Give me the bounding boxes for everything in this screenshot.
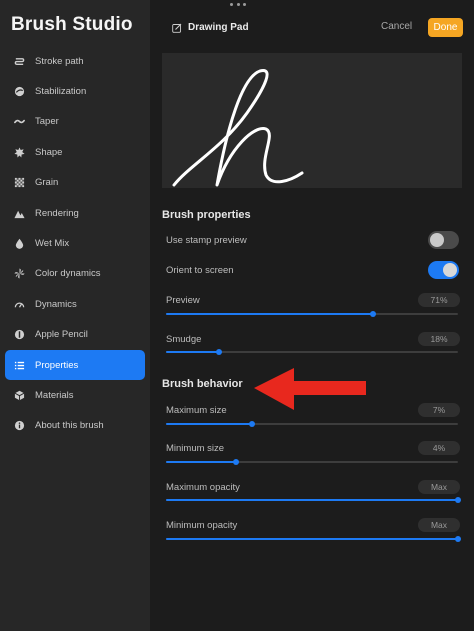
taper-icon xyxy=(13,116,25,128)
use-stamp-preview-label: Use stamp preview xyxy=(166,235,247,246)
shape-icon xyxy=(13,146,25,158)
maximum-size-label: Maximum size xyxy=(166,405,227,416)
orient-to-screen-label: Orient to screen xyxy=(166,265,234,276)
sidebar-item-label: Properties xyxy=(35,359,79,371)
pencil-icon xyxy=(13,329,25,341)
sidebar-item-materials[interactable]: Materials xyxy=(5,380,145,410)
maximum-size-value: 7% xyxy=(418,403,460,417)
minimum-size-value: 4% xyxy=(418,441,460,455)
minimum-opacity-label: Minimum opacity xyxy=(166,520,238,531)
smudge-value: 18% xyxy=(418,332,460,346)
maximum-size-slider[interactable] xyxy=(166,420,458,429)
droplet-icon xyxy=(13,238,25,250)
brush-behavior-heading: Brush behavior xyxy=(162,378,243,390)
drag-handle[interactable] xyxy=(230,3,246,6)
sidebar-item-label: Dynamics xyxy=(35,298,77,310)
sidebar-item-color-dynamics[interactable]: Color dynamics xyxy=(5,259,145,289)
list-icon xyxy=(13,359,25,371)
sidebar-item-label: Stroke path xyxy=(35,55,84,67)
minimum-opacity-value: Max xyxy=(418,518,460,532)
preview-label: Preview xyxy=(166,295,200,306)
smudge-slider[interactable] xyxy=(166,348,458,357)
sidebar-item-label: Color dynamics xyxy=(35,268,101,280)
sidebar-item-properties[interactable]: Properties xyxy=(5,349,145,381)
maximum-opacity-label: Maximum opacity xyxy=(166,482,240,493)
smudge-label: Smudge xyxy=(166,334,202,345)
sidebar: Brush Studio Stroke path Stabilization T… xyxy=(0,0,150,631)
gauge-icon xyxy=(13,298,25,310)
app-title: Brush Studio xyxy=(11,14,133,35)
sidebar-item-label: Taper xyxy=(35,116,59,128)
sidebar-item-stabilization[interactable]: Stabilization xyxy=(5,76,145,106)
sidebar-item-apple-pencil[interactable]: Apple Pencil xyxy=(5,320,145,350)
stroke-path-icon xyxy=(13,55,25,67)
orient-to-screen-toggle[interactable] xyxy=(428,261,459,279)
sidebar-item-rendering[interactable]: Rendering xyxy=(5,198,145,228)
annotation-arrow-icon xyxy=(254,368,366,410)
sidebar-item-dynamics[interactable]: Dynamics xyxy=(5,289,145,319)
minimum-size-slider[interactable] xyxy=(166,458,458,467)
drawing-pad-button[interactable]: Drawing Pad xyxy=(172,22,249,33)
color-dynamics-icon xyxy=(13,268,25,280)
sidebar-item-label: Apple Pencil xyxy=(35,329,88,341)
sidebar-item-label: Rendering xyxy=(35,207,79,219)
brush-properties-heading: Brush properties xyxy=(162,209,251,221)
sidebar-item-taper[interactable]: Taper xyxy=(5,107,145,137)
drawing-pad-label: Drawing Pad xyxy=(188,22,249,33)
sidebar-item-wet-mix[interactable]: Wet Mix xyxy=(5,228,145,258)
sidebar-item-stroke-path[interactable]: Stroke path xyxy=(5,46,145,76)
sidebar-item-grain[interactable]: Grain xyxy=(5,168,145,198)
cancel-button[interactable]: Cancel xyxy=(381,21,412,32)
sidebar-item-label: Grain xyxy=(35,177,59,189)
sidebar-item-label: Stabilization xyxy=(35,86,87,98)
drawing-pad[interactable] xyxy=(162,53,462,188)
rendering-icon xyxy=(13,207,25,219)
brush-stroke-preview xyxy=(172,69,304,187)
stabilization-icon xyxy=(13,86,25,98)
sidebar-list: Stroke path Stabilization Taper Shape Gr… xyxy=(5,46,145,441)
info-icon xyxy=(13,420,25,432)
maximum-opacity-slider[interactable] xyxy=(166,496,461,505)
done-button[interactable]: Done xyxy=(428,18,463,37)
sidebar-item-shape[interactable]: Shape xyxy=(5,137,145,167)
sidebar-item-label: About this brush xyxy=(35,420,104,432)
minimum-opacity-slider[interactable] xyxy=(166,535,461,544)
sidebar-item-label: Wet Mix xyxy=(35,238,70,250)
sidebar-item-label: Materials xyxy=(35,389,74,401)
grain-icon xyxy=(13,177,25,189)
maximum-opacity-value: Max xyxy=(418,480,460,494)
use-stamp-preview-toggle[interactable] xyxy=(428,231,459,249)
preview-value: 71% xyxy=(418,293,460,307)
cube-icon xyxy=(13,389,25,401)
edit-icon xyxy=(172,23,182,33)
properties-panel: Drawing Pad Cancel Done Brush properties… xyxy=(150,0,474,631)
sidebar-item-label: Shape xyxy=(35,146,63,158)
minimum-size-label: Minimum size xyxy=(166,443,225,454)
sidebar-item-about[interactable]: About this brush xyxy=(5,411,145,441)
preview-slider[interactable] xyxy=(166,310,458,319)
